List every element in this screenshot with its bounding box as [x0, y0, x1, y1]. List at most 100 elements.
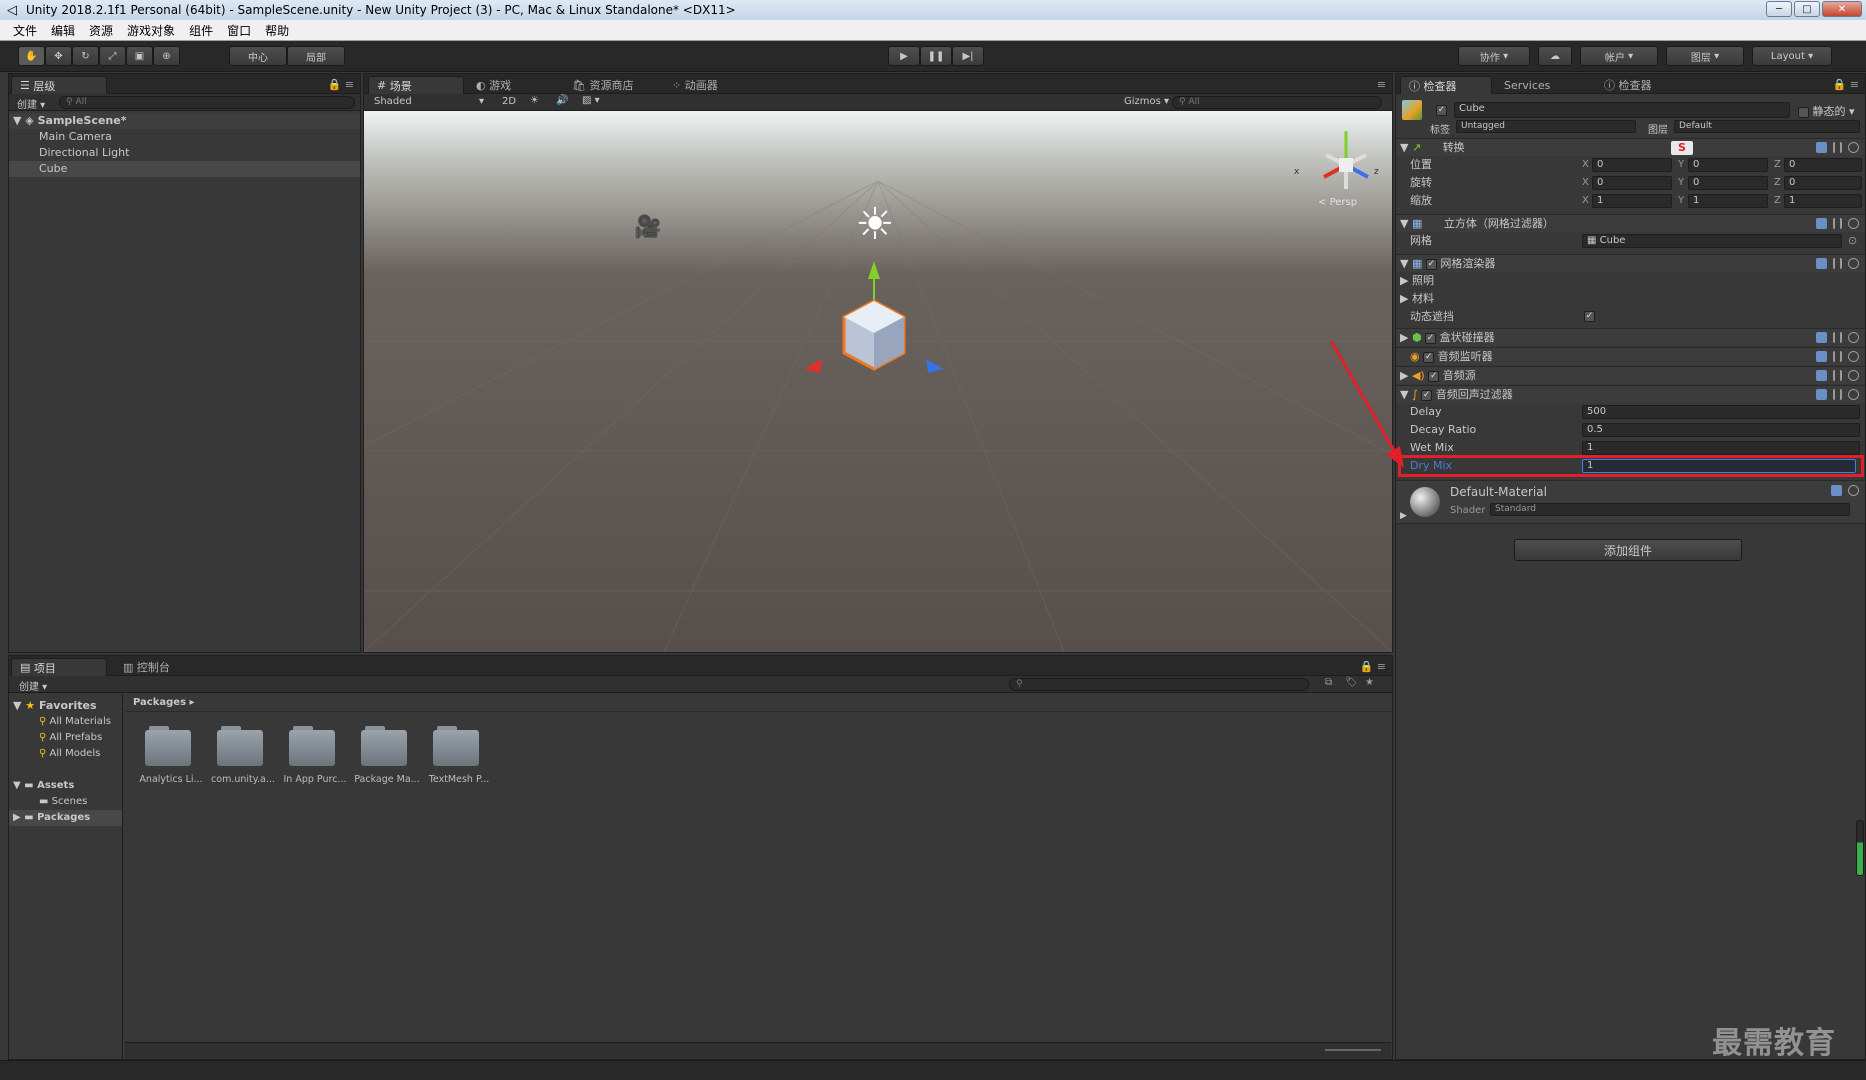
object-name-field[interactable]: Cube [1454, 102, 1790, 118]
scale-tool-icon[interactable]: ⤢ [99, 46, 126, 66]
gear-icon[interactable] [1848, 351, 1859, 362]
lighting-foldout[interactable]: ▶ 照明 [1396, 272, 1865, 290]
tab-animator[interactable]: ⁘ 动画器 [664, 76, 726, 94]
favorite-star-icon[interactable]: ★ [1365, 677, 1374, 688]
2d-toggle[interactable]: 2D [502, 96, 516, 107]
box-collider-header[interactable]: ▶ ⬢ ✓ 盒状碰撞器 [1396, 328, 1865, 346]
component-enabled-checkbox[interactable]: ✓ [1421, 389, 1433, 401]
materials-foldout[interactable]: ▶ 材料 [1396, 290, 1865, 308]
scene-root[interactable]: ▼ ◈ SampleScene* [9, 113, 360, 129]
menu-component[interactable]: 组件 [182, 22, 220, 39]
layer-dropdown[interactable]: Default [1674, 120, 1860, 133]
persp-label[interactable]: < Persp [1318, 197, 1357, 208]
create-dropdown[interactable]: 创建 ▾ [17, 96, 45, 111]
component-enabled-checkbox[interactable]: ✓ [1425, 332, 1437, 344]
decay-ratio-field[interactable]: 0.5 [1582, 423, 1860, 437]
cloud-icon[interactable]: ☁ [1538, 46, 1572, 66]
delay-field[interactable]: 500 [1582, 405, 1860, 419]
lighting-toggle-icon[interactable]: ☀ [530, 95, 539, 106]
icon-size-slider[interactable] [1325, 1049, 1381, 1051]
pivot-toggle-button[interactable]: 中心 [229, 46, 287, 66]
layers-dropdown[interactable]: 图层 ▾ [1666, 46, 1744, 66]
scale-y-field[interactable]: 1 [1688, 194, 1768, 208]
gear-icon[interactable] [1848, 370, 1859, 381]
transform-header[interactable]: ▼ ↗ 转换 S [1396, 138, 1865, 156]
project-search-input[interactable]: ⚲ [1009, 678, 1309, 691]
asset-folder-analytics[interactable]: Analytics Li... [139, 726, 203, 785]
dry-mix-field[interactable]: 1 [1582, 459, 1856, 473]
camera-icon[interactable]: 🎥 [634, 215, 661, 240]
tab-scene[interactable]: # 场景 [368, 76, 464, 94]
audio-toggle-icon[interactable]: 🔊 [556, 95, 568, 106]
gizmos-dropdown[interactable]: Gizmos ▾ [1124, 96, 1169, 107]
rect-tool-icon[interactable]: ▣ [126, 46, 153, 66]
menu-window[interactable]: 窗口 [220, 22, 258, 39]
transform-tool-icon[interactable]: ⊕ [153, 46, 180, 66]
scene-search-input[interactable]: ⚲ All [1172, 96, 1382, 109]
panel-menu-icon[interactable]: 🔒 ≡ [1833, 78, 1859, 91]
hierarchy-search-input[interactable]: ⚲ All [59, 96, 355, 109]
help-icon[interactable] [1816, 351, 1827, 362]
account-dropdown[interactable]: 帐户 ▾ [1580, 46, 1658, 66]
tree-item-cube[interactable]: Cube [9, 161, 360, 177]
gear-icon[interactable] [1848, 485, 1859, 496]
maximize-button[interactable]: □ [1794, 1, 1820, 17]
step-button[interactable]: ▶| [952, 46, 984, 66]
component-enabled-checkbox[interactable]: ✓ [1428, 370, 1440, 382]
panel-menu-icon[interactable]: 🔒 ≡ [1360, 660, 1386, 673]
help-icon[interactable] [1816, 389, 1827, 400]
position-z-field[interactable]: 0 [1784, 158, 1862, 172]
preset-icon[interactable] [1833, 332, 1842, 343]
tab-game[interactable]: ◐ 游戏 [468, 76, 519, 94]
shading-mode-dropdown[interactable]: Shaded [374, 96, 412, 107]
asset-folder-in-app-purchasing[interactable]: In App Purc... [284, 726, 346, 785]
tab-inspector-2[interactable]: ⓘ 检查器 [1596, 76, 1660, 94]
static-toggle[interactable]: 静态的 ▾ [1798, 103, 1855, 119]
collab-dropdown[interactable]: 协作 ▾ [1458, 46, 1530, 66]
menu-file[interactable]: 文件 [6, 22, 44, 39]
directional-light-icon[interactable]: ☀ [850, 199, 900, 250]
space-toggle-button[interactable]: 局部 [287, 46, 345, 66]
position-x-field[interactable]: 0 [1592, 158, 1672, 172]
scenes-node[interactable]: ▬ Scenes [9, 794, 122, 810]
gear-icon[interactable] [1848, 258, 1859, 269]
menu-help[interactable]: 帮助 [258, 22, 296, 39]
minimize-button[interactable]: ─ [1766, 1, 1792, 17]
gear-icon[interactable] [1848, 389, 1859, 400]
filter-type-icon[interactable]: ⧉ [1325, 677, 1332, 688]
preset-icon[interactable] [1833, 142, 1842, 153]
filter-label-icon[interactable]: 🏷 [1345, 677, 1358, 688]
tab-services[interactable]: Services [1496, 76, 1558, 94]
wet-mix-field[interactable]: 1 [1582, 441, 1860, 455]
fav-all-prefabs[interactable]: ⚲ All Prefabs [9, 730, 122, 746]
preset-icon[interactable] [1833, 258, 1842, 269]
menu-assets[interactable]: 资源 [82, 22, 120, 39]
menu-gameobject[interactable]: 游戏对象 [120, 22, 182, 39]
shader-dropdown[interactable]: Standard [1490, 503, 1850, 516]
component-enabled-checkbox[interactable]: ✓ [1425, 258, 1437, 270]
panel-menu-icon[interactable]: 🔒 ≡ [328, 78, 354, 91]
close-button[interactable]: ✕ [1822, 1, 1862, 17]
position-y-field[interactable]: 0 [1688, 158, 1768, 172]
pause-button[interactable]: ❚❚ [920, 46, 952, 66]
preset-icon[interactable] [1833, 389, 1842, 400]
component-enabled-checkbox[interactable]: ✓ [1423, 351, 1435, 363]
create-dropdown[interactable]: 创建 ▾ [19, 678, 47, 693]
preset-icon[interactable] [1833, 370, 1842, 381]
gear-icon[interactable] [1848, 142, 1859, 153]
tab-console[interactable]: ▥ 控制台 [115, 658, 178, 676]
layout-dropdown[interactable]: Layout ▾ [1752, 46, 1832, 66]
move-tool-icon[interactable]: ✥ [45, 46, 72, 66]
mesh-renderer-header[interactable]: ▼ ▦ ✓ 网格渲染器 [1396, 254, 1865, 272]
tree-item-directional-light[interactable]: Directional Light [9, 145, 360, 161]
packages-node[interactable]: ▶ ▬ Packages [9, 810, 122, 826]
asset-folder-package-manager[interactable]: Package Ma... [354, 726, 420, 785]
gear-icon[interactable] [1848, 332, 1859, 343]
gear-icon[interactable] [1848, 218, 1859, 229]
preset-icon[interactable] [1833, 218, 1842, 229]
fav-all-materials[interactable]: ⚲ All Materials [9, 714, 122, 730]
audio-source-header[interactable]: ▶ ◀) ✓ 音频源 [1396, 366, 1865, 384]
tab-hierarchy[interactable]: ☰ 层级 [11, 76, 107, 94]
asset-folder-com-unity[interactable]: com.unity.a... [211, 726, 275, 785]
audio-listener-header[interactable]: ◉ ✓ 音频监听器 [1396, 347, 1865, 365]
